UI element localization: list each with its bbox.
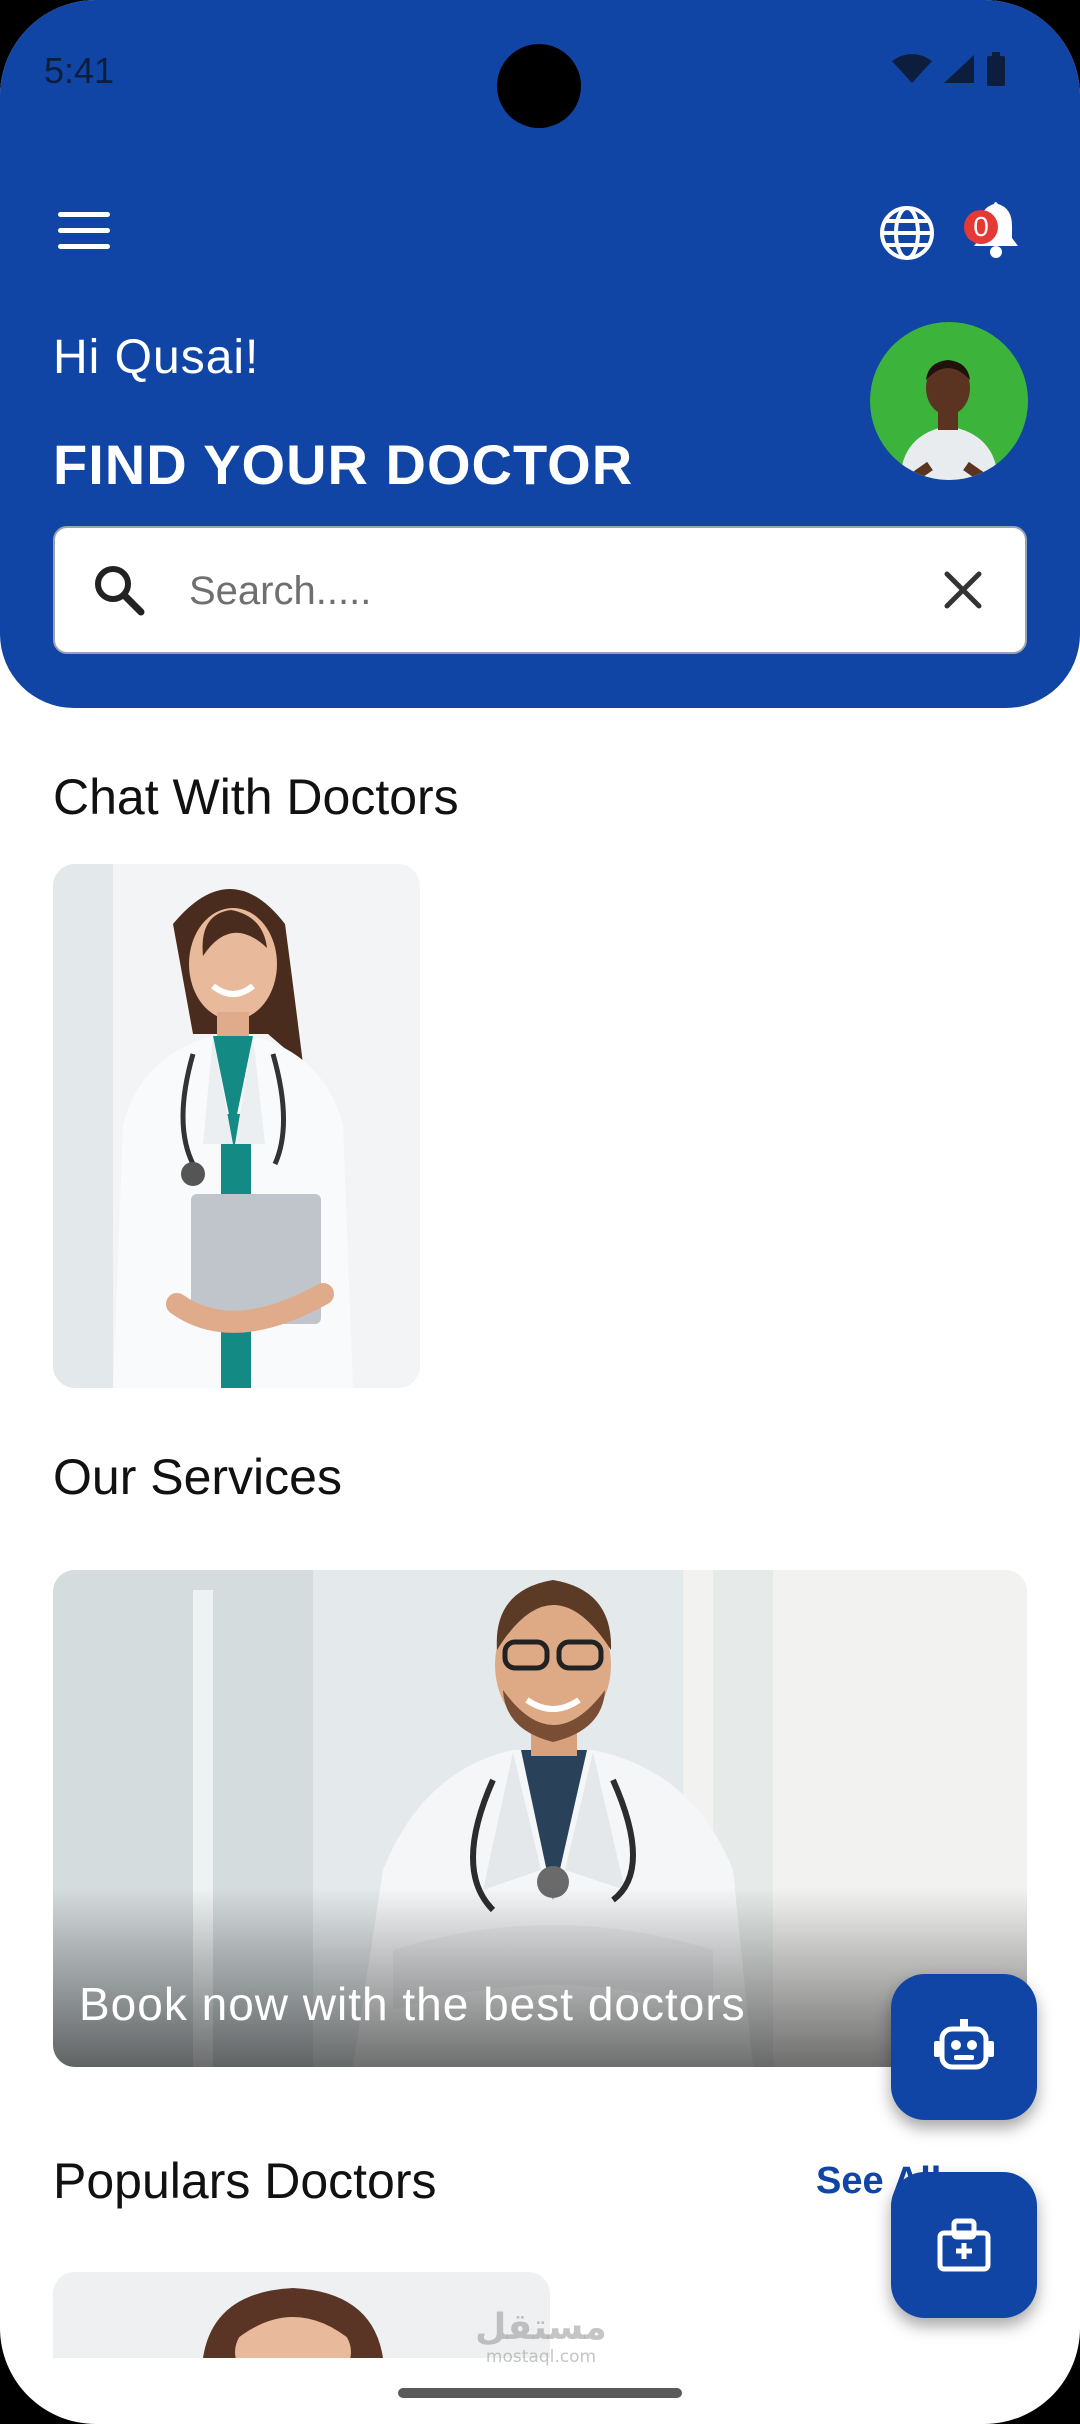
doctor-photo bbox=[53, 864, 420, 1388]
service-card[interactable]: Book now with the best doctors bbox=[53, 1570, 1027, 2067]
greeting-text: Hi Qusai! bbox=[53, 331, 260, 384]
globe-icon[interactable] bbox=[878, 204, 936, 262]
page-title: FIND YOUR DOCTOR bbox=[53, 433, 634, 496]
menu-icon[interactable] bbox=[58, 212, 110, 252]
chatbot-button[interactable] bbox=[891, 1974, 1037, 2120]
notification-badge: 0 bbox=[964, 210, 998, 244]
camera-cutout bbox=[497, 44, 581, 128]
section-title-popular: Populars Doctors bbox=[53, 2153, 437, 2209]
watermark: مستقل mostaql.com bbox=[474, 2307, 608, 2367]
robot-icon bbox=[934, 2019, 994, 2070]
battery-icon bbox=[987, 52, 1005, 86]
search-input[interactable] bbox=[189, 556, 949, 626]
medical-card-icon bbox=[937, 2218, 991, 2272]
status-time: 5:41 bbox=[44, 50, 115, 91]
search-bar bbox=[53, 526, 1027, 654]
chat-doctor-card[interactable] bbox=[53, 864, 420, 1388]
status-icons bbox=[892, 52, 1006, 86]
service-caption: Book now with the best doctors bbox=[79, 1978, 746, 2030]
wifi-icon bbox=[892, 54, 932, 83]
watermark-latin: mostaql.com bbox=[485, 2347, 597, 2367]
avatar[interactable] bbox=[870, 322, 1028, 480]
home-indicator[interactable] bbox=[398, 2388, 682, 2398]
watermark-arabic: مستقل bbox=[475, 2307, 607, 2348]
app-screen: 5:41 0 Hi Qusai! FIND YOUR DOCTOR Search… bbox=[0, 0, 1080, 2424]
close-icon[interactable] bbox=[941, 568, 985, 612]
bell-icon[interactable]: 0 bbox=[960, 200, 1022, 260]
section-title-chat: Chat With Doctors bbox=[53, 769, 459, 825]
header: 5:41 0 Hi Qusai! FIND YOUR DOCTOR Search… bbox=[0, 0, 1080, 708]
appointment-button[interactable] bbox=[891, 2172, 1037, 2318]
signal-icon bbox=[944, 55, 974, 83]
search-icon[interactable] bbox=[91, 562, 147, 618]
section-title-services: Our Services bbox=[53, 1449, 342, 1505]
